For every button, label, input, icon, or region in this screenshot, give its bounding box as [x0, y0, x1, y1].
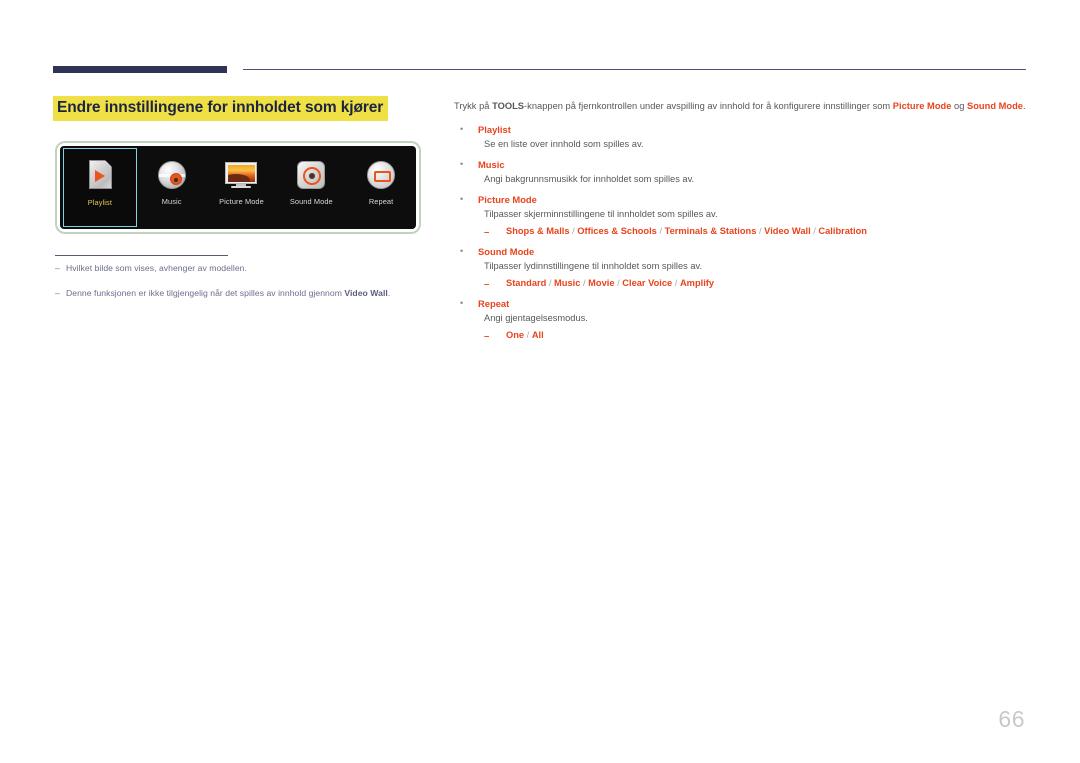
footnote-item: – Denne funksjonen er ikke tilgjengelig … [55, 288, 435, 300]
footnote-text: Denne funksjonen er ikke tilgjengelig nå… [66, 287, 391, 298]
menu-item-repeat-label: Repeat [368, 197, 394, 206]
bullet-repeat: • Repeat [454, 297, 1026, 311]
bullet-playlist: • Playlist [454, 123, 1026, 137]
sub-marker: – [484, 330, 490, 342]
tools-menu-panel: Playlist Music Picture Mode Sound Mode R… [60, 146, 416, 229]
tools-key: TOOLS [492, 101, 525, 111]
sound-mode-term: Sound Mode [967, 101, 1023, 111]
sub-marker: – [484, 278, 490, 290]
tools-menu-row: Playlist Music Picture Mode Sound Mode R… [60, 146, 416, 229]
option-list: Shops & Malls / Offices & Schools / Term… [506, 226, 867, 237]
option-list: One / All [506, 330, 544, 341]
bullet-picture-mode: • Picture Mode [454, 193, 1026, 207]
repeat-loop-icon [364, 158, 398, 192]
bullet-title: Repeat [478, 298, 510, 310]
bullet-options: – Standard / Music / Movie / Clear Voice… [484, 277, 1026, 291]
sub-marker: – [484, 226, 490, 238]
footnote-divider [55, 255, 228, 257]
menu-item-music[interactable]: Music [137, 146, 207, 229]
page-title: Endre innstillingene for innholdet som k… [53, 96, 389, 121]
bullet-description: Se en liste over innhold som spilles av. [484, 139, 644, 150]
picture-mode-term: Picture Mode [892, 101, 952, 111]
footnote-list: – Hvilket bilde som vises, avhenger av m… [55, 263, 435, 312]
bullet-options: – Shops & Malls / Offices & Schools / Te… [484, 225, 1026, 239]
bullet-title: Picture Mode [478, 194, 537, 206]
bullet-marker: • [460, 194, 464, 205]
menu-item-picture-mode-label: Picture Mode [219, 197, 264, 206]
page-number: 66 [998, 706, 1025, 732]
header-rule-thin [243, 69, 1026, 71]
music-cd-icon [155, 158, 189, 192]
playlist-file-icon [83, 159, 117, 193]
bullet-marker: • [460, 123, 464, 134]
bullet-marker: • [460, 298, 464, 309]
option-list: Standard / Music / Movie / Clear Voice /… [506, 278, 715, 289]
menu-item-repeat[interactable]: Repeat [346, 146, 416, 229]
footnote-item: – Hvilket bilde som vises, avhenger av m… [55, 263, 435, 275]
speaker-sound-icon [294, 158, 328, 192]
bullet-description: Angi bakgrunnsmusikk for innholdet som s… [484, 174, 695, 185]
header-rule-thick [53, 66, 227, 73]
bullet-title: Playlist [478, 123, 511, 135]
bullet-title: Music [478, 158, 505, 170]
left-column: Endre innstillingene for innholdet som k… [53, 96, 425, 121]
right-column: Trykk på TOOLS-knappen på fjernkontrolle… [454, 100, 1026, 344]
bullet-marker: • [460, 246, 464, 257]
bullet-description: Angi gjentagelsesmodus. [484, 313, 588, 324]
menu-item-sound-mode[interactable]: Sound Mode [276, 146, 346, 229]
footnote-text: Hvilket bilde som vises, avhenger av mod… [66, 263, 247, 273]
menu-item-playlist[interactable]: Playlist [63, 148, 137, 227]
bullet-description: Tilpasser lydinnstillingene til innholde… [484, 261, 703, 272]
menu-item-music-label: Music [161, 197, 182, 206]
tools-menu-screenshot: Playlist Music Picture Mode Sound Mode R… [55, 141, 421, 234]
footnote-dash: – [55, 287, 60, 298]
menu-item-picture-mode[interactable]: Picture Mode [207, 146, 277, 229]
bullet-sound-mode: • Sound Mode [454, 245, 1026, 259]
bullet-options: – One / All [484, 329, 1026, 343]
footnote-dash: – [55, 263, 60, 273]
bullet-title: Sound Mode [478, 246, 535, 258]
menu-item-sound-mode-label: Sound Mode [289, 197, 333, 206]
bullet-marker: • [460, 158, 464, 169]
intro-paragraph: Trykk på TOOLS-knappen på fjernkontrolle… [454, 101, 1026, 111]
monitor-picture-icon [224, 158, 258, 192]
bullet-music: • Music [454, 158, 1026, 172]
bullet-description: Tilpasser skjerminnstillingene til innho… [484, 209, 718, 220]
menu-item-playlist-label: Playlist [87, 198, 112, 207]
